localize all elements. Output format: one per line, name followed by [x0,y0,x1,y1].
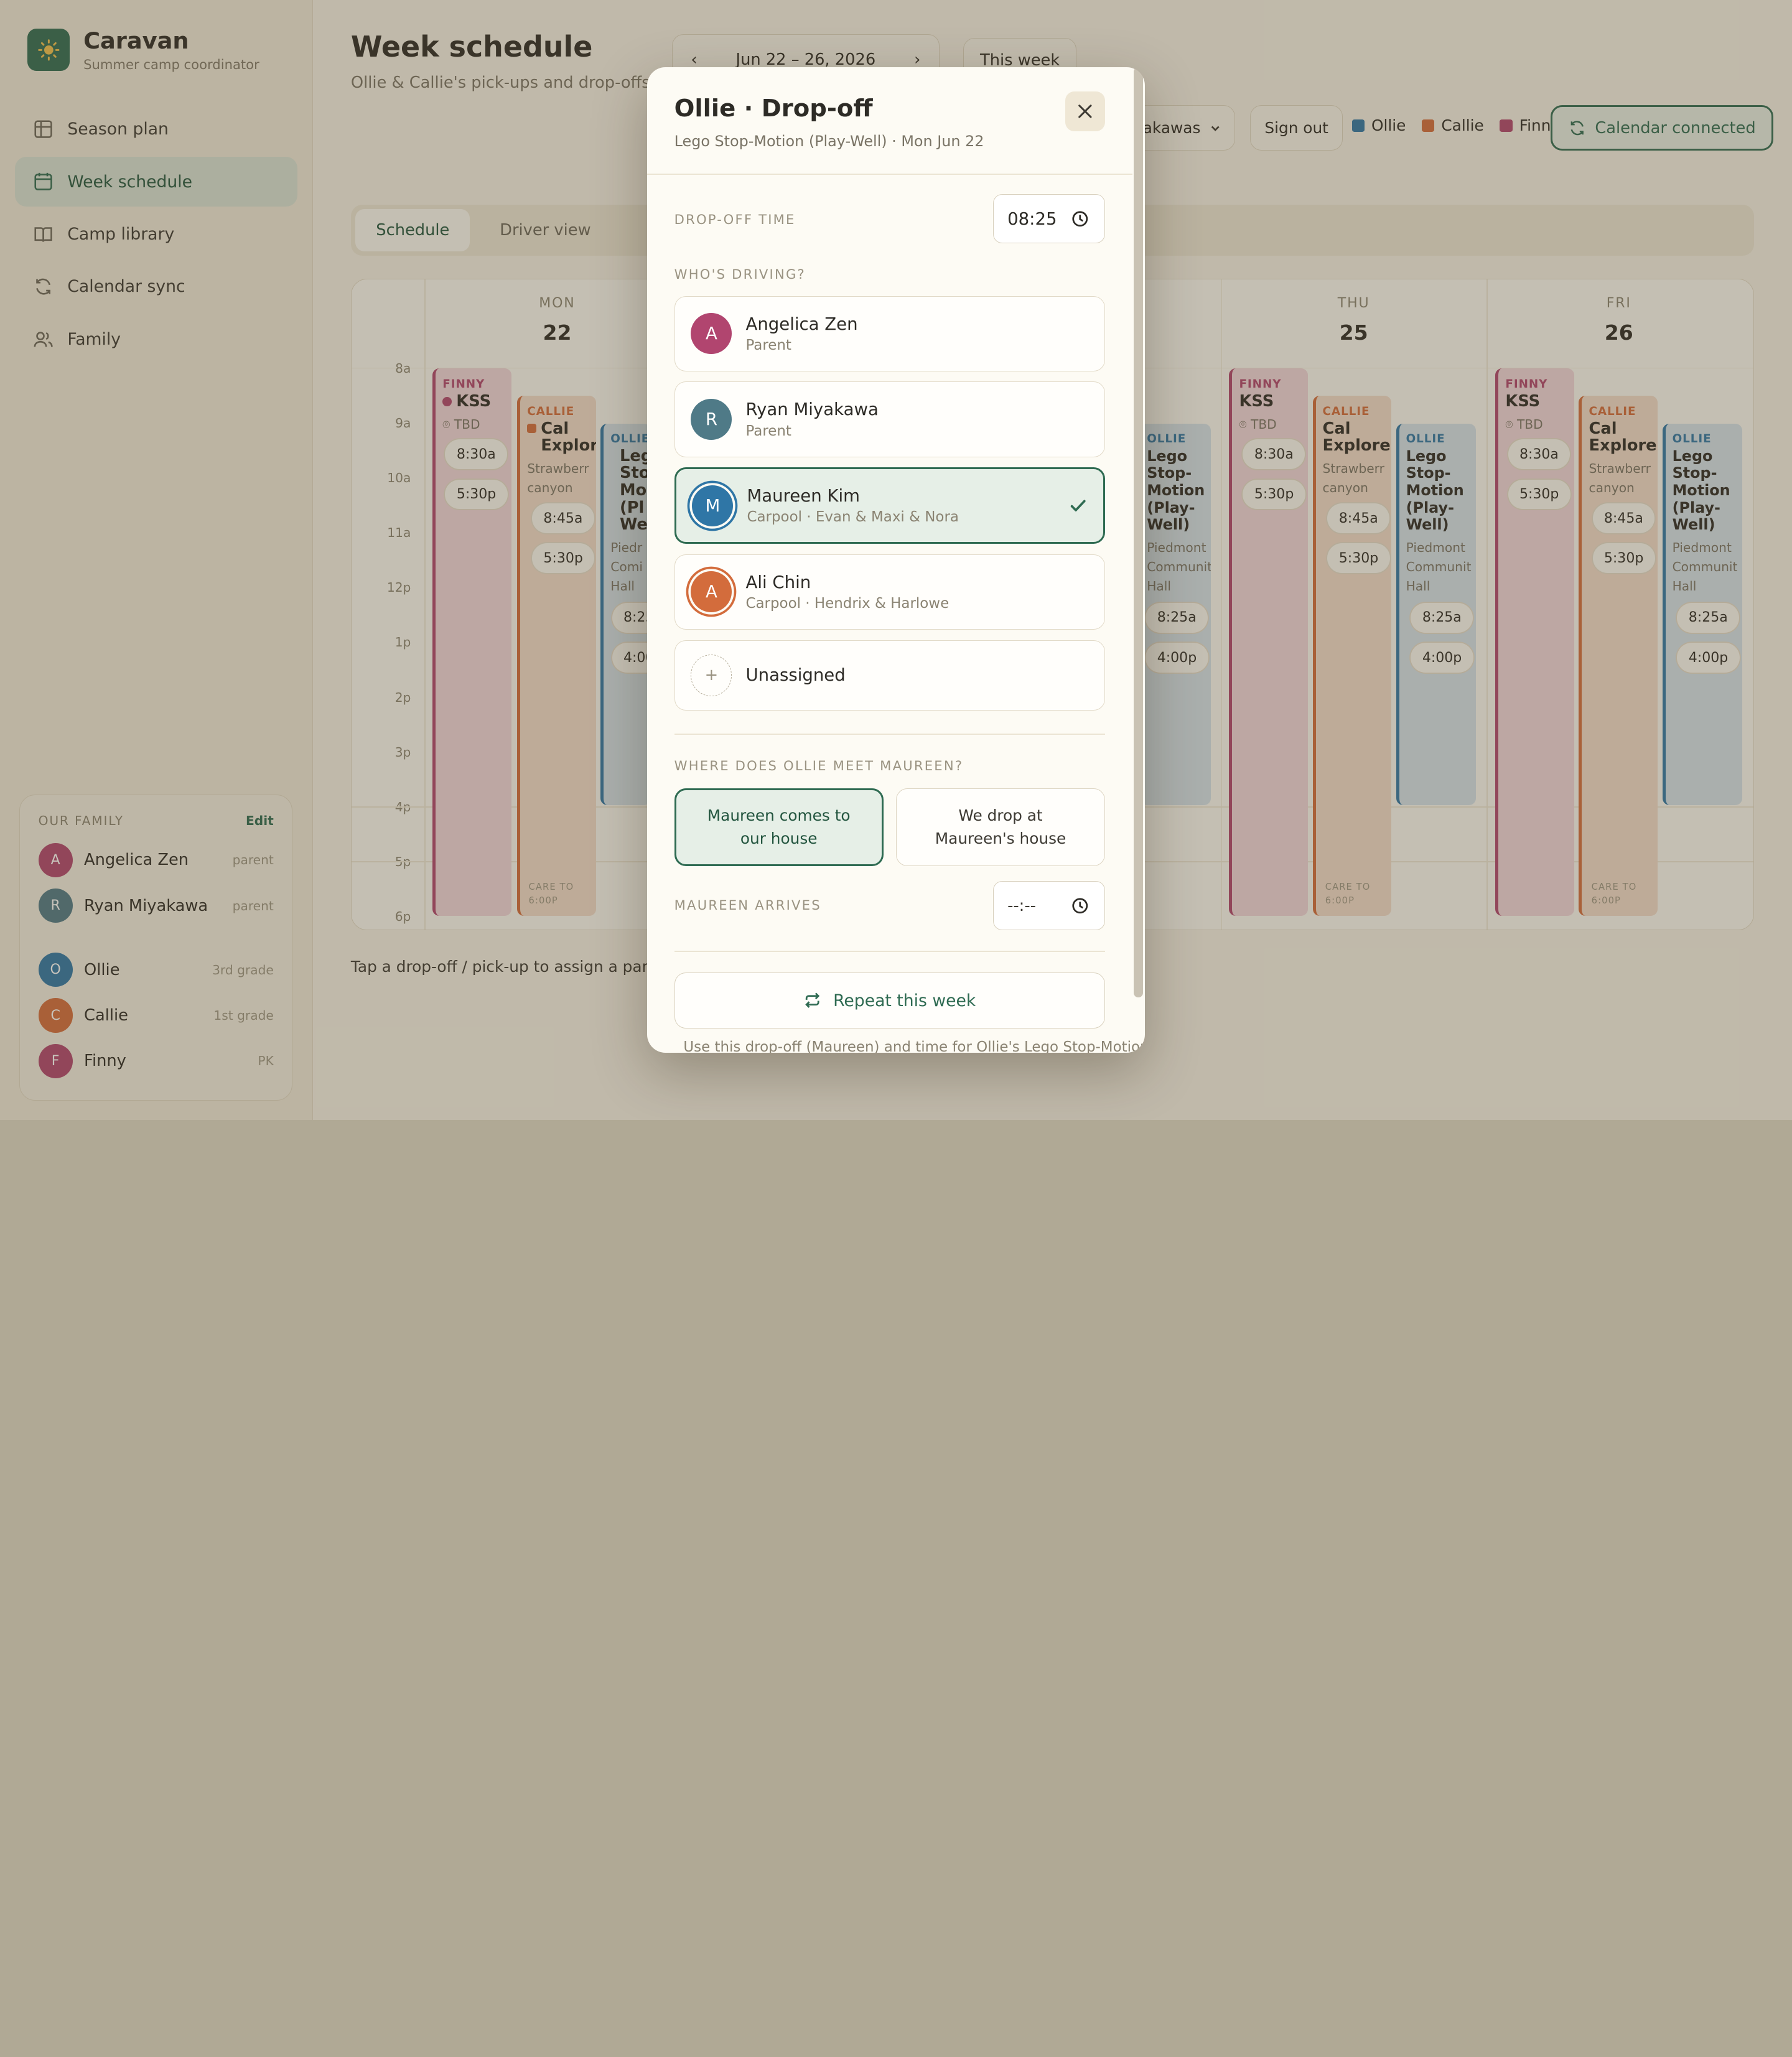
driver-name: Ali Chin [745,572,811,592]
driver-role: Carpool · Hendrix & Harlowe [745,595,950,612]
avatar: R [691,398,732,441]
driver-option-angelica[interactable]: A Angelica Zen Parent [674,296,1106,371]
driver-option-maureen[interactable]: M Maureen Kim Carpool · Evan & Maxi & No… [674,467,1106,544]
repeat-this-week-button[interactable]: Repeat this week [674,973,1106,1028]
plus-icon: + [691,655,732,696]
dialog-title: Ollie · Drop-off [674,95,873,123]
driver-role: Parent [745,337,791,354]
close-button[interactable] [1065,91,1106,132]
arrives-time-value: --:-- [1007,896,1036,915]
dialog-subtitle: Lego Stop-Motion (Play-Well) · Mon Jun 2… [674,133,984,151]
repeat-icon [803,991,821,1009]
dropoff-time-label: DROP-OFF TIME [674,211,796,227]
driver-name: Angelica Zen [745,314,858,334]
assign-driver-dialog: Ollie · Drop-off Lego Stop-Motion (Play-… [646,67,1146,1053]
driver-option-unassigned[interactable]: + Unassigned [674,640,1106,711]
app-root: Caravan Summer camp coordinator Season p… [0,0,1792,1120]
driver-option-ali[interactable]: A Ali Chin Carpool · Hendrix & Harlowe [674,554,1106,630]
driver-role: Parent [745,422,791,439]
dropoff-time-value: 08:25 [1007,208,1057,229]
unassigned-label: Unassigned [745,665,846,686]
repeat-footnote: Use this drop-off (Maureen) and time for… [683,1038,1146,1053]
dropoff-time-input[interactable]: 08:25 [993,194,1106,244]
avatar: M [692,485,734,526]
repeat-label: Repeat this week [833,991,976,1010]
driver-role: Carpool · Evan & Maxi & Nora [747,509,959,526]
driver-option-ryan[interactable]: R Ryan Miyakawa Parent [674,381,1106,457]
clock-icon [1071,210,1089,228]
arrives-time-input[interactable]: --:-- [993,881,1106,931]
meet-option-comes-to-us[interactable]: Maureen comes to our house [674,788,884,867]
dialog-scrollbar[interactable] [1133,67,1143,998]
meet-option-drop-at-maureen[interactable]: We drop at Maureen's house [895,788,1106,867]
avatar: A [691,571,732,613]
meet-label: WHERE DOES OLLIE MEET MAUREEN? [674,757,964,773]
close-icon [1077,103,1093,119]
avatar: A [691,313,732,355]
driving-label: WHO'S DRIVING? [674,266,806,282]
clock-icon [1071,897,1089,915]
check-icon [1069,497,1087,515]
driver-name: Ryan Miyakawa [745,399,879,420]
driver-name: Maureen Kim [747,485,860,506]
arrives-label: MAUREEN ARRIVES [674,897,821,913]
